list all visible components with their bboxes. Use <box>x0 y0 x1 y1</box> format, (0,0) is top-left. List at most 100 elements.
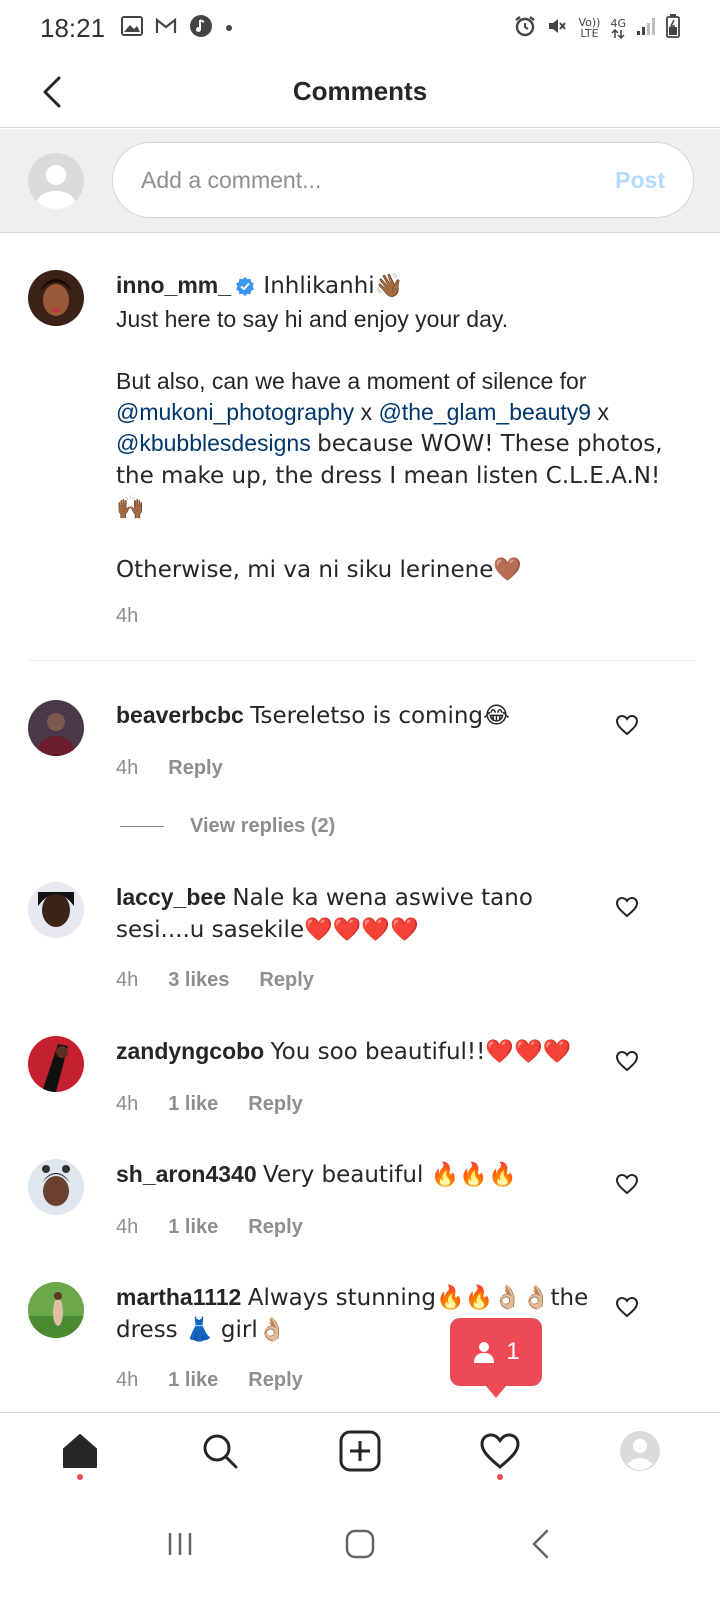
caption-line1: Inhlikanhi👋🏾 <box>263 273 404 299</box>
comment-meta: 4h Reply <box>116 757 223 780</box>
view-replies-line <box>120 826 164 827</box>
avatar[interactable] <box>28 882 84 938</box>
caption-time: 4h <box>116 605 139 627</box>
mention-link[interactable]: @kbubblesdesigns <box>116 430 311 456</box>
caption-line2: Just here to say hi and enjoy your day. <box>116 306 509 332</box>
home-button[interactable] <box>330 1514 390 1574</box>
network-label: 4G <box>610 16 626 30</box>
like-button[interactable] <box>612 1169 642 1199</box>
alarm-icon <box>514 15 536 42</box>
heart-icon <box>615 1296 639 1318</box>
signal-icon <box>636 16 656 41</box>
heart-icon <box>615 1050 639 1072</box>
likes-count[interactable]: 1 like <box>168 1093 218 1116</box>
like-button[interactable] <box>612 710 642 740</box>
reply-button[interactable]: Reply <box>168 757 222 780</box>
caption-username[interactable]: inno_mm_ <box>116 272 231 298</box>
comment-time: 4h <box>116 1093 139 1115</box>
caption-line4: Otherwise, mi va ni siku lerinene🤎 <box>116 557 523 583</box>
avatar[interactable] <box>28 1159 84 1215</box>
music-icon <box>189 14 213 43</box>
mute-icon <box>546 15 568 42</box>
home-icon <box>63 1433 97 1468</box>
caption-text: inno_mm_ Inhlikanhi👋🏾 Just here to say h… <box>116 270 676 586</box>
like-button[interactable] <box>612 1046 642 1076</box>
nav-new-post[interactable] <box>330 1421 390 1481</box>
view-replies-button[interactable]: View replies (2) <box>120 815 335 838</box>
avatar[interactable] <box>28 270 84 326</box>
post-button[interactable]: Post <box>615 167 665 194</box>
comment-text: zandyngcobo You soo beautiful!!❤️❤️❤️ <box>116 1036 606 1068</box>
activity-notification-dot <box>497 1473 503 1480</box>
back-button[interactable] <box>30 70 74 114</box>
comment-text: laccy_bee Nale ka wena aswive tano sesi.… <box>116 882 606 946</box>
view-replies-label: View replies (2) <box>190 815 336 837</box>
comment-time: 4h <box>116 1369 139 1391</box>
comment-text: beaverbcbc Tsereletso is coming😂 <box>116 700 606 732</box>
comment-body: Very beautiful 🔥🔥🔥 <box>263 1162 517 1188</box>
battery-icon <box>666 13 680 43</box>
system-nav-bar <box>0 1488 720 1600</box>
comment-time: 4h <box>116 969 139 991</box>
mention-link[interactable]: @the_glam_beauty9 <box>378 399 591 425</box>
network-4g-icon: 4G <box>610 18 626 39</box>
system-back-button[interactable] <box>510 1514 570 1574</box>
comment-username[interactable]: martha1112 <box>116 1284 241 1310</box>
caption-paragraph: But also, can we have a moment of silenc… <box>116 366 676 524</box>
comment-body: You soo beautiful!!❤️❤️❤️ <box>270 1039 572 1065</box>
caption-first-line: inno_mm_ Inhlikanhi👋🏾 <box>116 270 676 304</box>
comment-input[interactable] <box>141 166 616 194</box>
comment-meta: 4h 1 like Reply <box>116 1216 303 1239</box>
likes-count[interactable]: 1 like <box>168 1369 218 1392</box>
bottom-nav <box>0 1412 720 1488</box>
comment-meta: 4h 3 likes Reply <box>116 969 314 992</box>
dot-icon <box>225 19 233 37</box>
comment-body: Tsereletso is coming😂 <box>250 703 510 729</box>
avatar[interactable] <box>28 1282 84 1338</box>
avatar[interactable] <box>28 1036 84 1092</box>
likes-count[interactable]: 1 like <box>168 1216 218 1239</box>
reply-button[interactable]: Reply <box>248 1093 302 1116</box>
comment-username[interactable]: zandyngcobo <box>116 1038 264 1064</box>
nav-activity[interactable] <box>470 1421 530 1481</box>
comment-username[interactable]: sh_aron4340 <box>116 1161 257 1187</box>
comment-meta: 4h 1 like Reply <box>116 1093 303 1116</box>
status-system-icons: Vo)) LTE 4G <box>514 13 680 43</box>
comment-username[interactable]: laccy_bee <box>116 884 226 910</box>
search-icon <box>203 1434 238 1468</box>
mention-link[interactable]: @mukoni_photography <box>116 399 354 425</box>
recent-apps-button[interactable] <box>150 1514 210 1574</box>
home-square-icon <box>345 1529 375 1559</box>
profile-avatar-icon <box>620 1430 660 1471</box>
likes-count[interactable]: 3 likes <box>168 969 229 992</box>
status-time: 18:21 <box>40 12 106 43</box>
comment-text: sh_aron4340 Very beautiful 🔥🔥🔥 <box>116 1159 606 1191</box>
recent-apps-icon <box>168 1533 192 1555</box>
nav-home[interactable] <box>50 1421 110 1481</box>
person-icon <box>474 1342 495 1363</box>
back-arrow-icon <box>532 1529 549 1559</box>
comment-username[interactable]: beaverbcbc <box>116 702 244 728</box>
add-post-icon <box>339 1430 381 1471</box>
like-button[interactable] <box>612 1292 642 1322</box>
home-notification-dot <box>77 1473 83 1480</box>
nav-profile[interactable] <box>610 1421 670 1481</box>
caption-separator: x <box>597 399 609 425</box>
caption-meta: 4h <box>116 605 138 628</box>
notification-count: 1 <box>506 1338 520 1365</box>
caption-separator: x <box>360 399 373 425</box>
reply-button[interactable]: Reply <box>259 969 313 992</box>
gmail-icon <box>155 17 177 40</box>
nav-search[interactable] <box>190 1421 250 1481</box>
avatar[interactable] <box>28 700 84 756</box>
reply-button[interactable]: Reply <box>248 1369 302 1392</box>
reply-button[interactable]: Reply <box>248 1216 302 1239</box>
volte-icon: Vo)) LTE <box>578 16 601 40</box>
page-title: Comments <box>292 76 428 106</box>
divider <box>28 660 694 661</box>
follower-notification-badge[interactable]: 1 <box>450 1318 542 1398</box>
comment-composer: Post <box>0 129 720 233</box>
like-button[interactable] <box>612 892 642 922</box>
comment-time: 4h <box>116 1216 139 1238</box>
